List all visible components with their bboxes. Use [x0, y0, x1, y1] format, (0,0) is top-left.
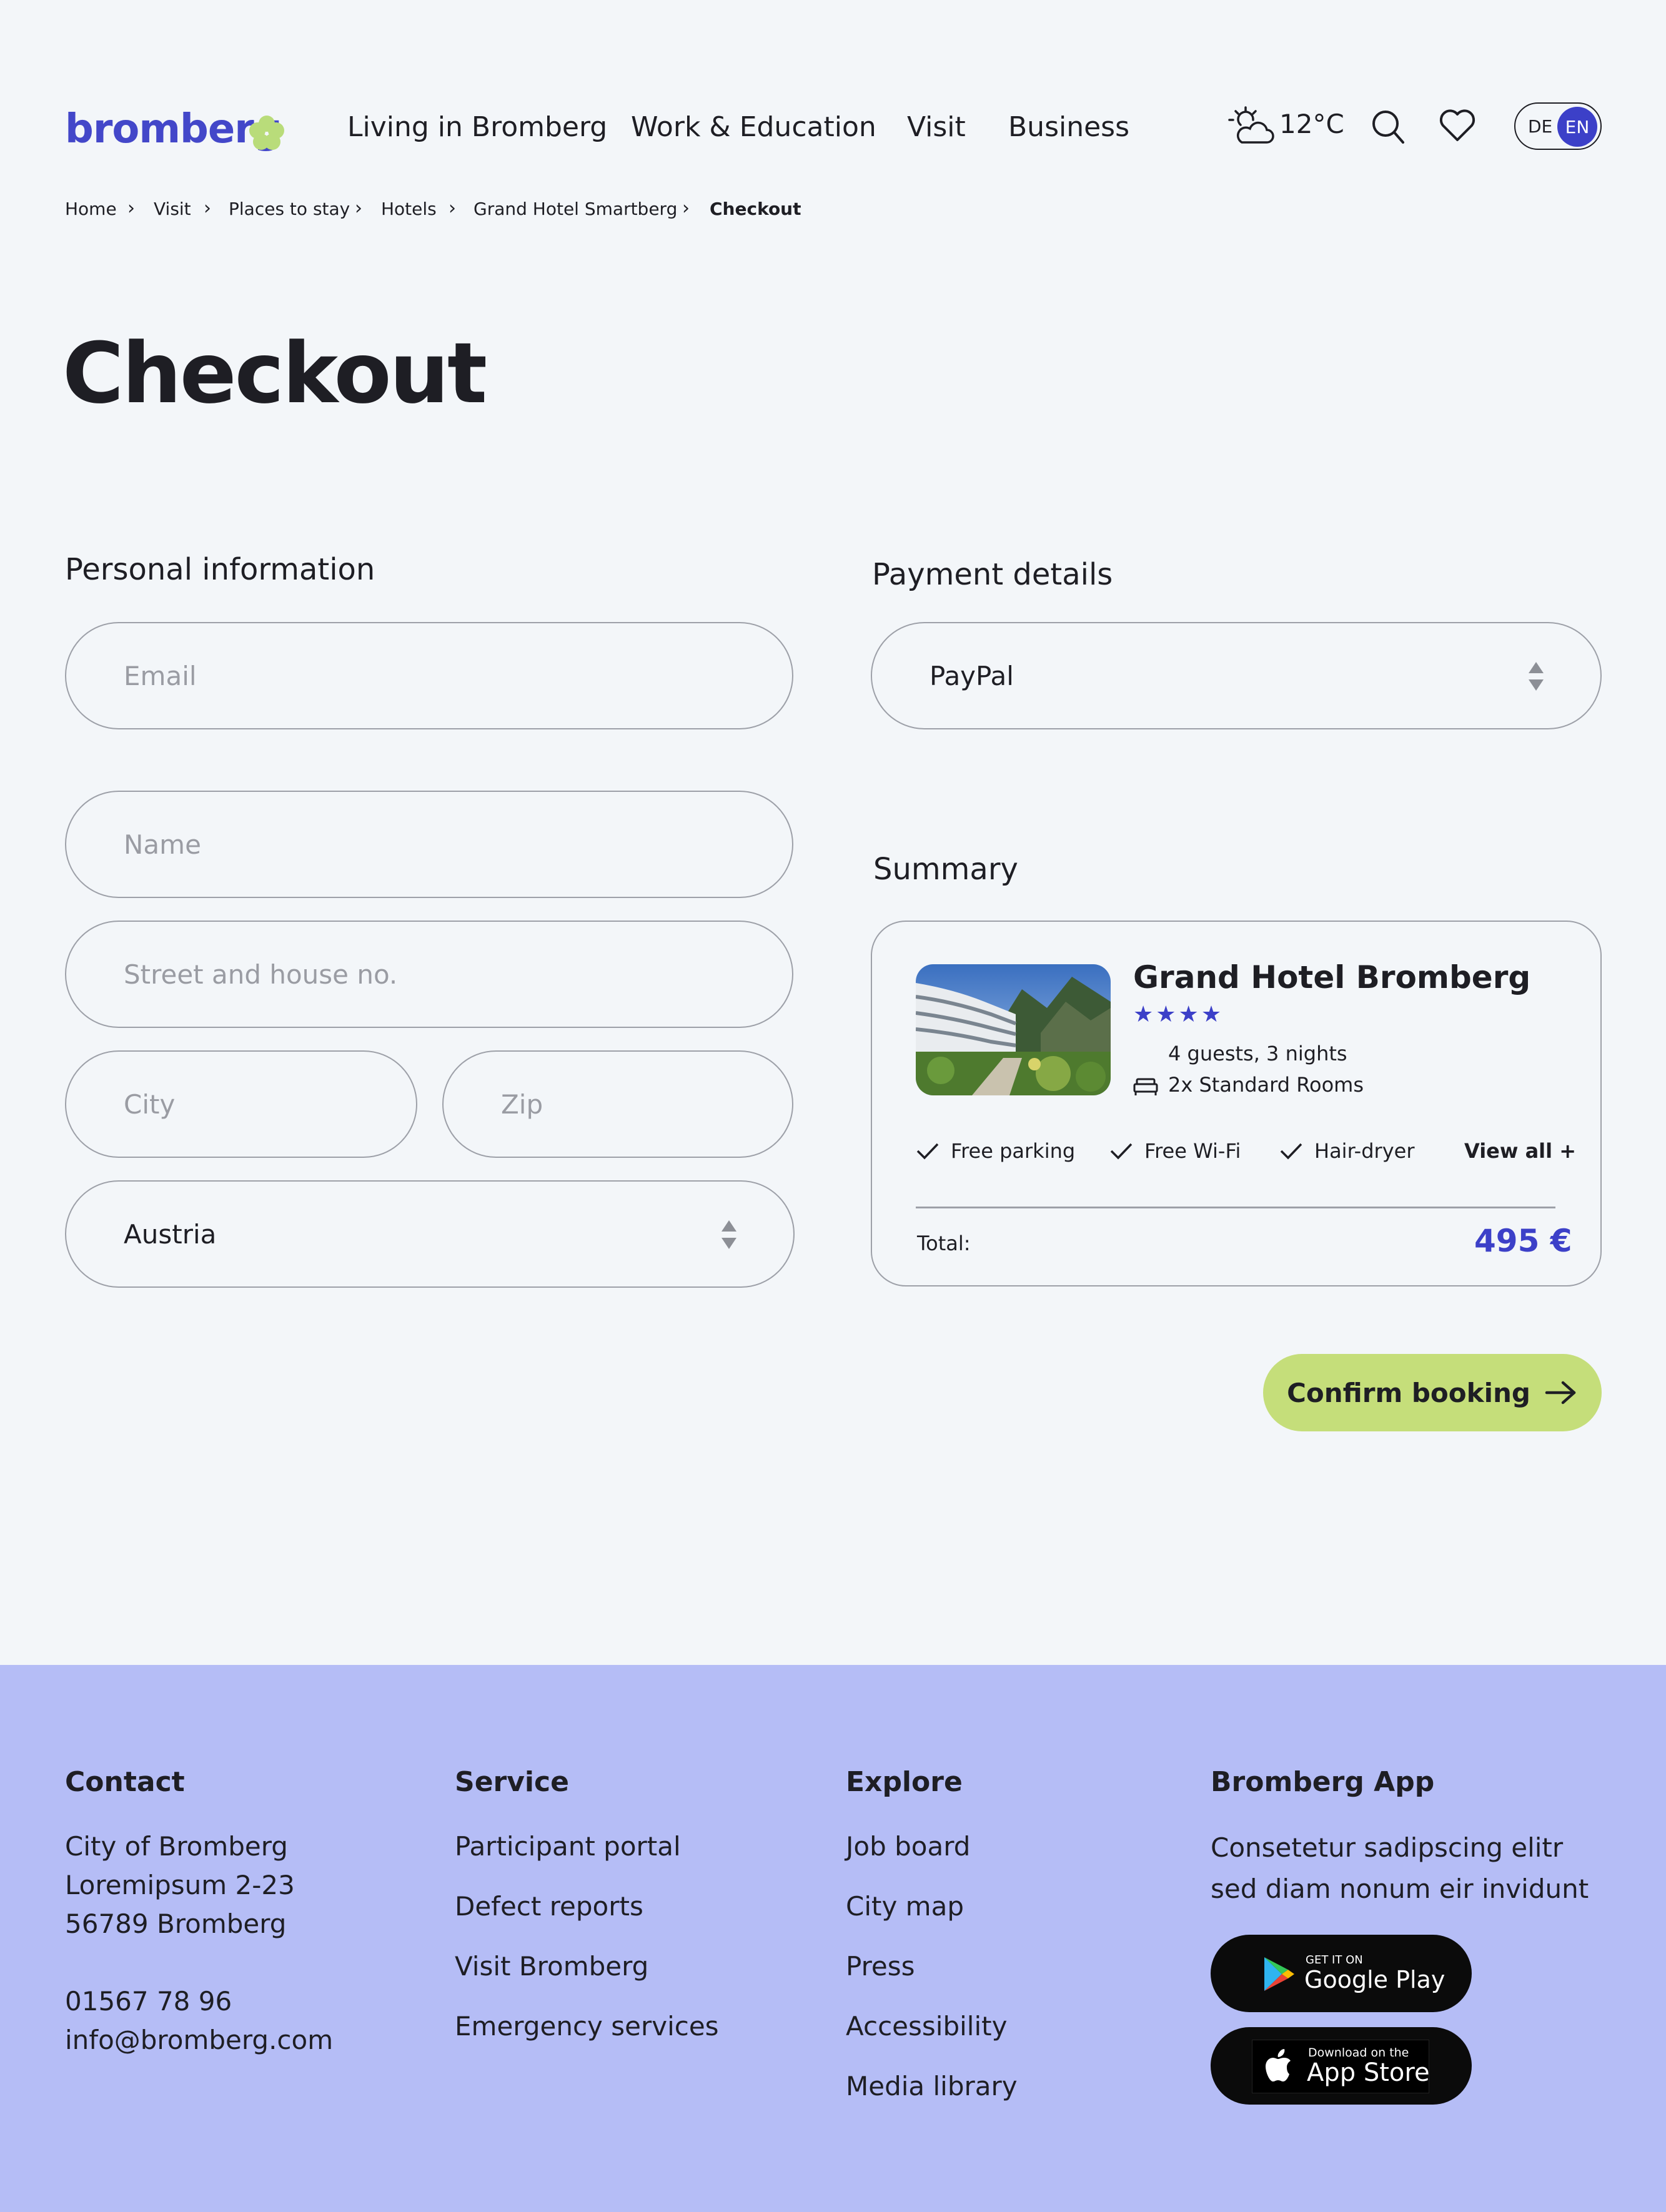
bed-icon [1133, 1078, 1158, 1095]
footer-explore-heading: Explore [846, 1766, 963, 1798]
google-play-button[interactable]: GET IT ON Google Play [1211, 1935, 1472, 2012]
app-store-small-text: Download on the [1308, 2046, 1409, 2060]
summary-heading: Summary [873, 852, 1018, 887]
footer-explore-link[interactable]: City map [846, 1887, 964, 1926]
footer-contact-address: City of Bromberg Loremipsum 2-23 56789 B… [65, 1827, 295, 1943]
app-text-line: sed diam nonum eir invidunt [1211, 1874, 1589, 1904]
google-play-icon [1264, 1957, 1294, 1991]
country-value: Austria [124, 1218, 217, 1250]
nav-business[interactable]: Business [1008, 111, 1129, 143]
breadcrumb-places[interactable]: Places to stay [229, 199, 350, 219]
payment-method-value: PayPal [930, 660, 1014, 691]
footer-service-link[interactable]: Participant portal [455, 1827, 681, 1866]
nav-living[interactable]: Living in Bromberg [347, 111, 607, 143]
star-rating: ★★★★ [1133, 1002, 1224, 1027]
hotel-name: Grand Hotel Bromberg [1133, 959, 1531, 995]
chevron-right-icon: › [204, 197, 211, 219]
guests-nights: 4 guests, 3 nights [1168, 1042, 1347, 1065]
footer-phone[interactable]: 01567 78 96 [65, 1982, 232, 2021]
email-field[interactable]: Email [65, 622, 793, 729]
arrow-right-icon [1545, 1381, 1576, 1405]
confirm-booking-button[interactable]: Confirm booking [1263, 1354, 1602, 1431]
breadcrumb-current: Checkout [710, 199, 801, 219]
select-arrows-icon [721, 1220, 736, 1249]
check-icon [1110, 1143, 1133, 1160]
check-icon [916, 1143, 939, 1160]
footer-service-link[interactable]: Emergency services [455, 2007, 719, 2046]
heart-icon[interactable] [1439, 109, 1475, 142]
footer-explore-link[interactable]: Accessibility [846, 2007, 1007, 2046]
payment-heading: Payment details [872, 557, 1113, 592]
temperature: 12°C [1279, 109, 1344, 139]
city-field[interactable]: City [65, 1050, 417, 1158]
breadcrumb-hotels[interactable]: Hotels [381, 199, 437, 219]
footer-email[interactable]: info@bromberg.com [65, 2021, 333, 2060]
footer-service-link[interactable]: Defect reports [455, 1887, 643, 1926]
nav-visit[interactable]: Visit [907, 111, 966, 143]
amenity-label: Hair-dryer [1314, 1139, 1415, 1163]
hotel-image [916, 964, 1111, 1095]
amenity-label: Free Wi-Fi [1144, 1139, 1241, 1163]
footer-explore-link[interactable]: Job board [846, 1827, 970, 1866]
amenity-item: Free Wi-Fi [1109, 1139, 1241, 1163]
street-field[interactable]: Street and house no. [65, 921, 793, 1028]
footer-contact-heading: Contact [65, 1766, 185, 1798]
lang-en-option[interactable]: EN [1557, 107, 1597, 147]
chevron-right-icon: › [355, 197, 362, 219]
address-line: Loremipsum 2-23 [65, 1870, 295, 1900]
footer-app-heading: Bromberg App [1211, 1766, 1435, 1798]
address-line: City of Bromberg [65, 1831, 288, 1862]
google-play-label: Google Play [1304, 1966, 1445, 1993]
breadcrumb-home[interactable]: Home [65, 199, 117, 219]
amenity-item: Hair-dryer [1279, 1139, 1414, 1163]
confirm-booking-label: Confirm booking [1287, 1377, 1530, 1408]
language-switch[interactable]: DE EN [1514, 102, 1602, 150]
footer-explore-link[interactable]: Media library [846, 2067, 1018, 2106]
page-title: Checkout [62, 325, 487, 422]
chevron-right-icon: › [127, 197, 135, 219]
breadcrumb-hotel[interactable]: Grand Hotel Smartberg [474, 199, 677, 219]
country-select[interactable]: Austria [65, 1180, 795, 1288]
address-line: 56789 Bromberg [65, 1908, 287, 1939]
lang-de-option[interactable]: DE [1528, 116, 1552, 137]
personal-info-heading: Personal information [65, 552, 375, 587]
chevron-right-icon: › [449, 197, 456, 219]
app-text-line: Consetetur sadipscing elitr [1211, 1832, 1564, 1863]
payment-method-select[interactable]: PayPal [871, 622, 1602, 729]
breadcrumb-visit[interactable]: Visit [154, 199, 191, 219]
partly-cloudy-icon [1228, 106, 1274, 144]
divider [916, 1207, 1555, 1208]
search-icon[interactable] [1371, 107, 1406, 145]
check-icon [1280, 1143, 1302, 1160]
name-field[interactable]: Name [65, 791, 793, 898]
chevron-right-icon: › [682, 197, 690, 219]
amenity-item: Free parking [916, 1139, 1075, 1163]
total-price: 495 € [1474, 1223, 1572, 1259]
google-play-small-text: GET IT ON [1306, 1953, 1363, 1967]
zip-field[interactable]: Zip [442, 1050, 793, 1158]
app-store-label: App Store [1307, 2058, 1430, 2087]
view-all-amenities-link[interactable]: View all + [1464, 1139, 1576, 1163]
footer-service-link[interactable]: Visit Bromberg [455, 1947, 648, 1986]
total-label: Total: [917, 1232, 971, 1255]
apple-icon [1266, 2049, 1291, 2081]
select-arrows-icon [1529, 662, 1544, 691]
footer-app-text: Consetetur sadipscing elitr sed diam non… [1211, 1827, 1589, 1910]
amenity-label: Free parking [951, 1139, 1076, 1163]
flower-logo-icon [249, 116, 284, 150]
app-store-button[interactable]: Download on the App Store [1211, 2027, 1472, 2105]
footer-service-heading: Service [455, 1766, 569, 1798]
rooms-info: 2x Standard Rooms [1168, 1073, 1364, 1097]
footer-explore-link[interactable]: Press [846, 1947, 915, 1986]
nav-work-education[interactable]: Work & Education [631, 111, 876, 143]
